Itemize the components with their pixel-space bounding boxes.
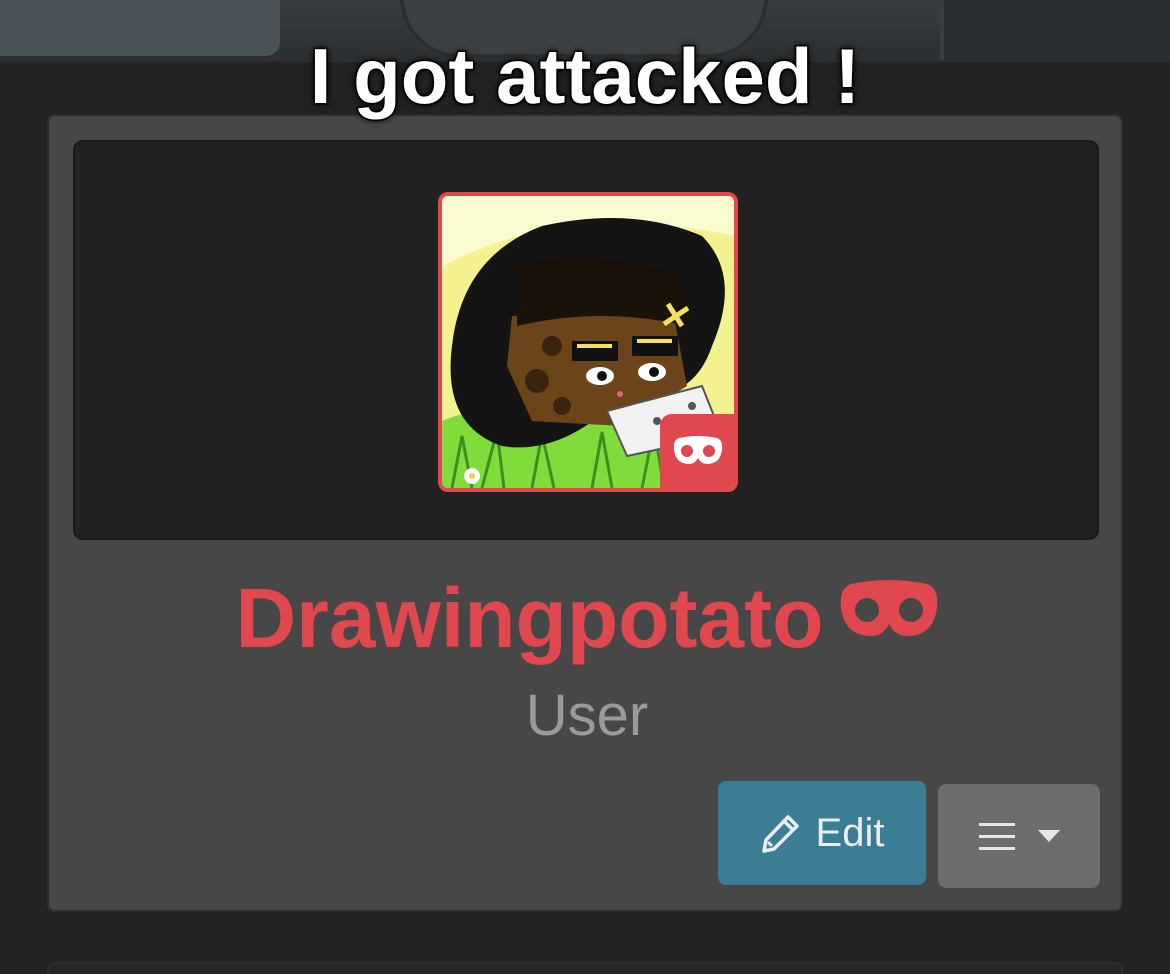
mask-icon — [673, 436, 723, 464]
mask-icon — [839, 580, 939, 648]
profile-menu-button[interactable] — [938, 784, 1100, 888]
profile-card: Drawingpotato User Edit — [47, 114, 1123, 912]
username: Drawingpotato — [235, 571, 824, 665]
user-role: User — [525, 683, 649, 748]
next-section-card — [47, 962, 1123, 974]
mask-badge — [660, 414, 734, 488]
profile-avatar[interactable] — [438, 192, 738, 492]
profile-page: I got attacked ! Drawingpotato User Edit — [0, 0, 1170, 974]
pencil-icon — [761, 815, 799, 853]
edit-profile-button[interactable]: Edit — [718, 781, 926, 885]
hamburger-icon — [979, 823, 1015, 850]
avatar-container — [73, 140, 1099, 540]
edit-button-label: Edit — [815, 810, 885, 855]
caret-down-icon — [1038, 830, 1060, 842]
username-row: Drawingpotato — [49, 568, 1125, 668]
overlay-caption: I got attacked ! — [308, 31, 861, 122]
